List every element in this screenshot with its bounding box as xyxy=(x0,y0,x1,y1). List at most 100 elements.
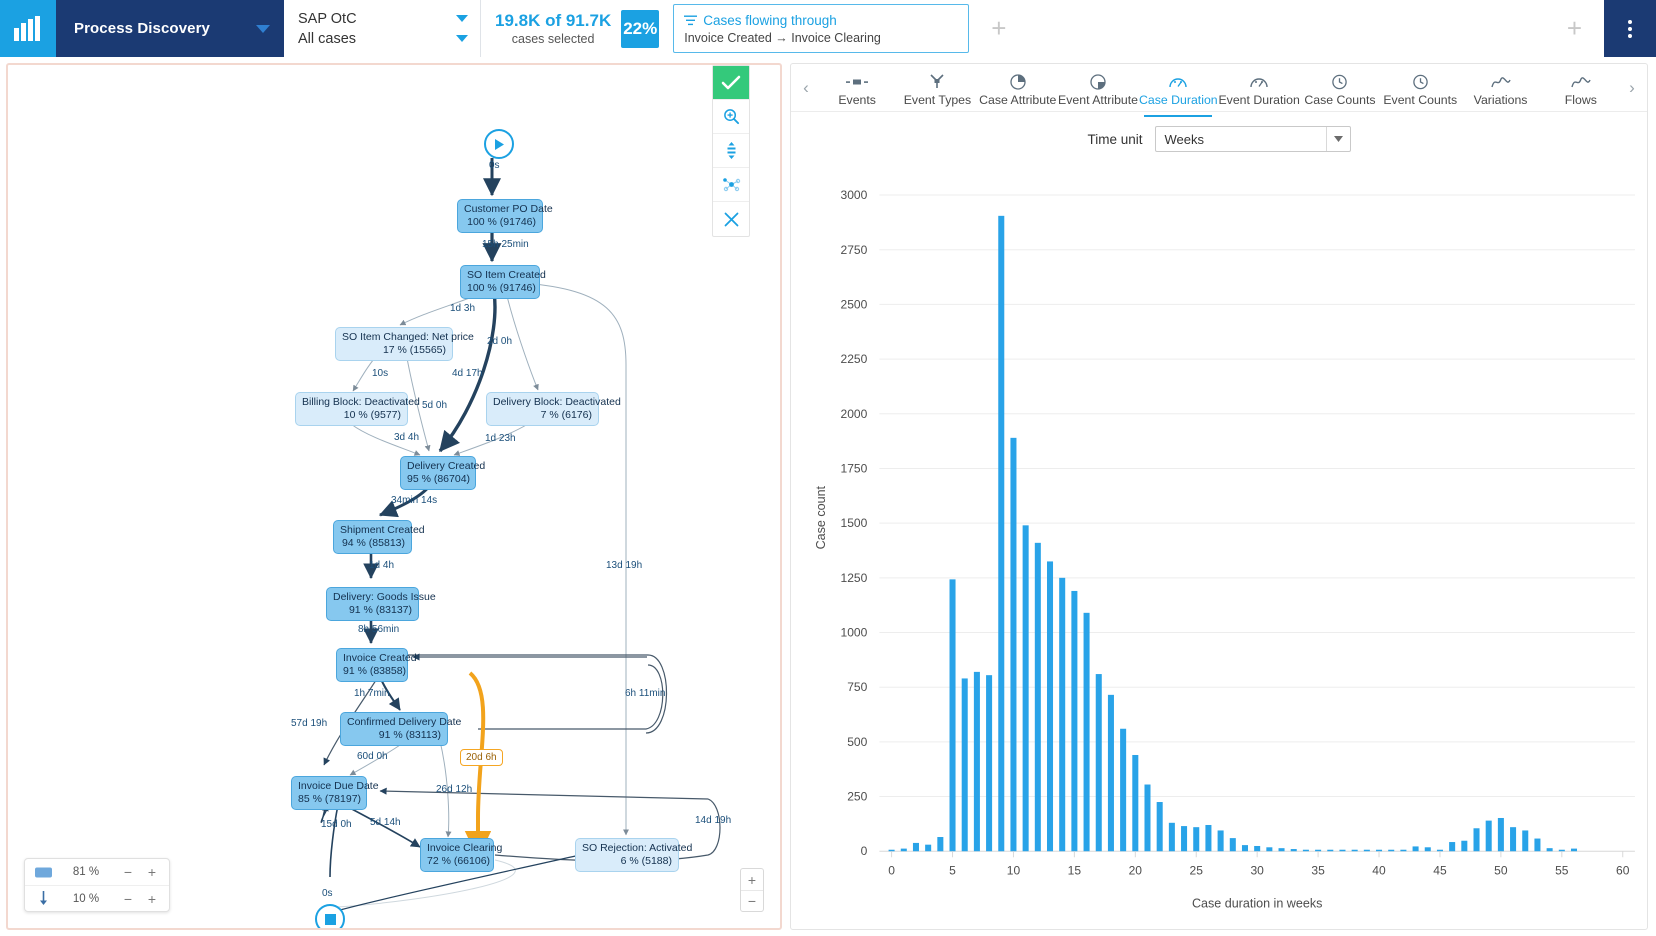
bar[interactable] xyxy=(1108,695,1114,851)
bar[interactable] xyxy=(1534,839,1540,852)
bar[interactable] xyxy=(1291,849,1297,851)
bar[interactable] xyxy=(1376,850,1382,852)
canvas-zoom-out[interactable]: − xyxy=(741,890,763,911)
bar[interactable] xyxy=(1400,850,1406,852)
bar[interactable] xyxy=(1084,613,1090,851)
bar[interactable] xyxy=(1010,438,1016,851)
bar[interactable] xyxy=(1437,850,1443,852)
bar[interactable] xyxy=(1339,850,1345,852)
bar[interactable] xyxy=(1096,674,1102,851)
process-graph-panel[interactable]: Customer PO Date 100 % (91746) SO Item C… xyxy=(6,63,782,930)
node-invoice-clearing[interactable]: Invoice Clearing 72 % (66106) xyxy=(420,838,494,872)
node-so-item-changed-net-price[interactable]: SO Item Changed: Net price 17 % (15565) xyxy=(335,327,453,361)
bar[interactable] xyxy=(901,849,907,852)
bar[interactable] xyxy=(1498,818,1504,851)
bar[interactable] xyxy=(1388,850,1394,852)
bar[interactable] xyxy=(1327,850,1333,852)
node-so-rejection-activated[interactable]: SO Rejection: Activated 6 % (5188) xyxy=(575,838,679,872)
bar[interactable] xyxy=(1181,826,1187,851)
diagram-toolbar[interactable] xyxy=(712,65,750,237)
bar[interactable] xyxy=(1279,848,1285,851)
node-delivery-block-deactivated[interactable]: Delivery Block: Deactivated 7 % (6176) xyxy=(486,392,599,426)
bar[interactable] xyxy=(974,672,980,851)
node-shipment-created[interactable]: Shipment Created 94 % (85813) xyxy=(333,520,412,554)
graph-layout-button[interactable] xyxy=(713,168,749,202)
edge-detail-increase[interactable]: + xyxy=(143,891,161,907)
tab-case-counts[interactable]: Case Counts xyxy=(1300,68,1380,112)
chart-bars[interactable] xyxy=(889,216,1577,851)
bar[interactable] xyxy=(1315,850,1321,852)
tab-event-types[interactable]: Event Types xyxy=(897,68,977,112)
bar[interactable] xyxy=(1559,850,1565,852)
bar[interactable] xyxy=(889,850,895,852)
bar[interactable] xyxy=(1449,842,1455,851)
node-customer-po-date[interactable]: Customer PO Date 100 % (91746) xyxy=(457,199,543,233)
tab-flows[interactable]: Flows xyxy=(1541,68,1621,112)
bar[interactable] xyxy=(1352,850,1358,852)
bar[interactable] xyxy=(1461,841,1467,851)
bar[interactable] xyxy=(1303,850,1309,852)
canvas-zoom-controls[interactable]: + − xyxy=(740,868,764,912)
bar[interactable] xyxy=(1522,830,1528,851)
bar[interactable] xyxy=(1120,729,1126,851)
bar[interactable] xyxy=(1193,827,1199,851)
process-graph-canvas[interactable]: Customer PO Date 100 % (91746) SO Item C… xyxy=(8,65,780,928)
bar[interactable] xyxy=(913,843,919,851)
canvas-zoom-in[interactable]: + xyxy=(741,869,763,890)
end-node[interactable] xyxy=(315,904,345,930)
tab-case-attribute[interactable]: Case Attribute xyxy=(978,68,1058,112)
chevron-left-icon[interactable]: ‹ xyxy=(795,78,817,98)
bar[interactable] xyxy=(1132,755,1138,851)
start-node[interactable] xyxy=(484,129,514,159)
bar[interactable] xyxy=(925,845,931,852)
bar[interactable] xyxy=(1254,846,1260,851)
close-panel-button[interactable] xyxy=(713,202,749,236)
chevron-down-icon[interactable] xyxy=(1326,127,1350,151)
node-detail-row[interactable]: 81 % − + xyxy=(25,859,169,885)
bar[interactable] xyxy=(986,675,992,851)
bar[interactable] xyxy=(998,216,1004,851)
add-panel-button[interactable]: + xyxy=(1567,0,1604,57)
bar[interactable] xyxy=(1413,846,1419,851)
overflow-menu-button[interactable] xyxy=(1604,0,1656,57)
zoom-fit-button[interactable] xyxy=(713,100,749,134)
bar[interactable] xyxy=(1218,830,1224,851)
filter-chip[interactable]: Cases flowing through Invoice Created → … xyxy=(673,4,969,53)
app-title-selector[interactable]: Process Discovery xyxy=(56,0,284,57)
node-delivery-created[interactable]: Delivery Created 95 % (86704) xyxy=(400,456,476,490)
bar[interactable] xyxy=(1242,845,1248,851)
bar[interactable] xyxy=(1169,823,1175,851)
tab-events[interactable]: Events xyxy=(817,68,897,112)
edge-detail-row[interactable]: 10 % − + xyxy=(25,885,169,911)
bar[interactable] xyxy=(962,678,968,851)
bar[interactable] xyxy=(1035,543,1041,851)
app-logo[interactable] xyxy=(0,0,56,57)
bar[interactable] xyxy=(1023,525,1029,851)
bar[interactable] xyxy=(1486,821,1492,852)
bar[interactable] xyxy=(1071,591,1077,851)
time-unit-select[interactable]: Weeks xyxy=(1155,126,1351,152)
node-invoice-created[interactable]: Invoice Created 91 % (83858) xyxy=(336,648,408,682)
bar[interactable] xyxy=(1230,838,1236,851)
case-scope-row[interactable]: All cases xyxy=(298,31,468,47)
bar[interactable] xyxy=(1144,785,1150,852)
node-billing-block-deactivated[interactable]: Billing Block: Deactivated 10 % (9577) xyxy=(295,392,408,426)
apply-check-button[interactable] xyxy=(713,66,749,100)
bar[interactable] xyxy=(937,837,943,851)
bar[interactable] xyxy=(1205,825,1211,851)
histogram-svg[interactable]: 0250500750100012501500175020002250250027… xyxy=(791,158,1647,922)
bar[interactable] xyxy=(1510,827,1516,851)
node-detail-decrease[interactable]: − xyxy=(119,864,137,880)
align-vertical-button[interactable] xyxy=(713,134,749,168)
node-detail-increase[interactable]: + xyxy=(143,864,161,880)
bar[interactable] xyxy=(1473,828,1479,851)
node-so-item-created[interactable]: SO Item Created 100 % (91746) xyxy=(460,265,540,299)
bar[interactable] xyxy=(1364,850,1370,852)
bar[interactable] xyxy=(1059,578,1065,851)
bar[interactable] xyxy=(950,579,956,851)
bar[interactable] xyxy=(1425,847,1431,851)
case-duration-chart[interactable]: 0250500750100012501500175020002250250027… xyxy=(791,158,1647,929)
node-invoice-due-date[interactable]: Invoice Due Date 85 % (78197) xyxy=(291,776,367,810)
tab-event-counts[interactable]: Event Counts xyxy=(1380,68,1460,112)
node-confirmed-delivery-date[interactable]: Confirmed Delivery Date 91 % (83113) xyxy=(340,712,448,746)
